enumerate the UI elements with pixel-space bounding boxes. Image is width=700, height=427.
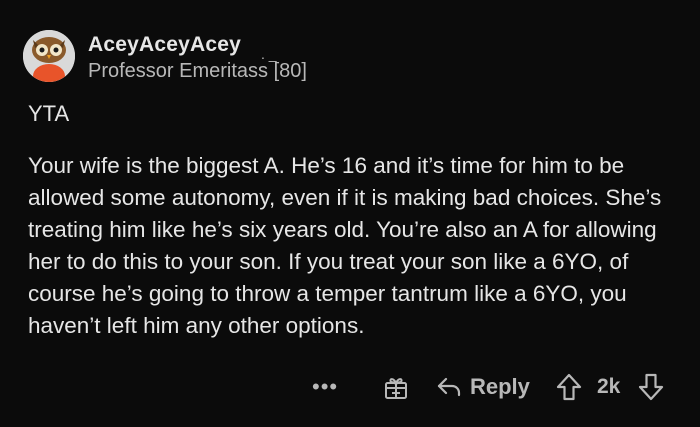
downvote-button[interactable] — [638, 373, 664, 401]
upvote-button[interactable] — [556, 373, 582, 401]
avatar[interactable] — [23, 30, 75, 82]
upvote-arrow-icon — [556, 373, 582, 401]
reply-arrow-icon — [437, 377, 461, 397]
more-options-button[interactable]: ••• — [312, 374, 338, 400]
vote-count: 2k — [597, 375, 621, 398]
reply-label: Reply — [470, 374, 530, 399]
reply-button[interactable]: Reply — [436, 372, 530, 402]
award-button[interactable] — [383, 374, 409, 400]
user-flair: Professor Emeritass [80] — [88, 60, 307, 82]
award-gift-icon — [385, 378, 407, 399]
username[interactable]: AceyAceyAcey — [88, 33, 241, 57]
comment-verdict: YTA — [28, 101, 70, 126]
avatar-owl-icon — [23, 30, 75, 82]
downvote-arrow-icon — [638, 373, 664, 401]
comment-actions: ••• Reply 2k — [0, 368, 700, 408]
comment-body: Your wife is the biggest A. He’s 16 and … — [28, 153, 662, 338]
